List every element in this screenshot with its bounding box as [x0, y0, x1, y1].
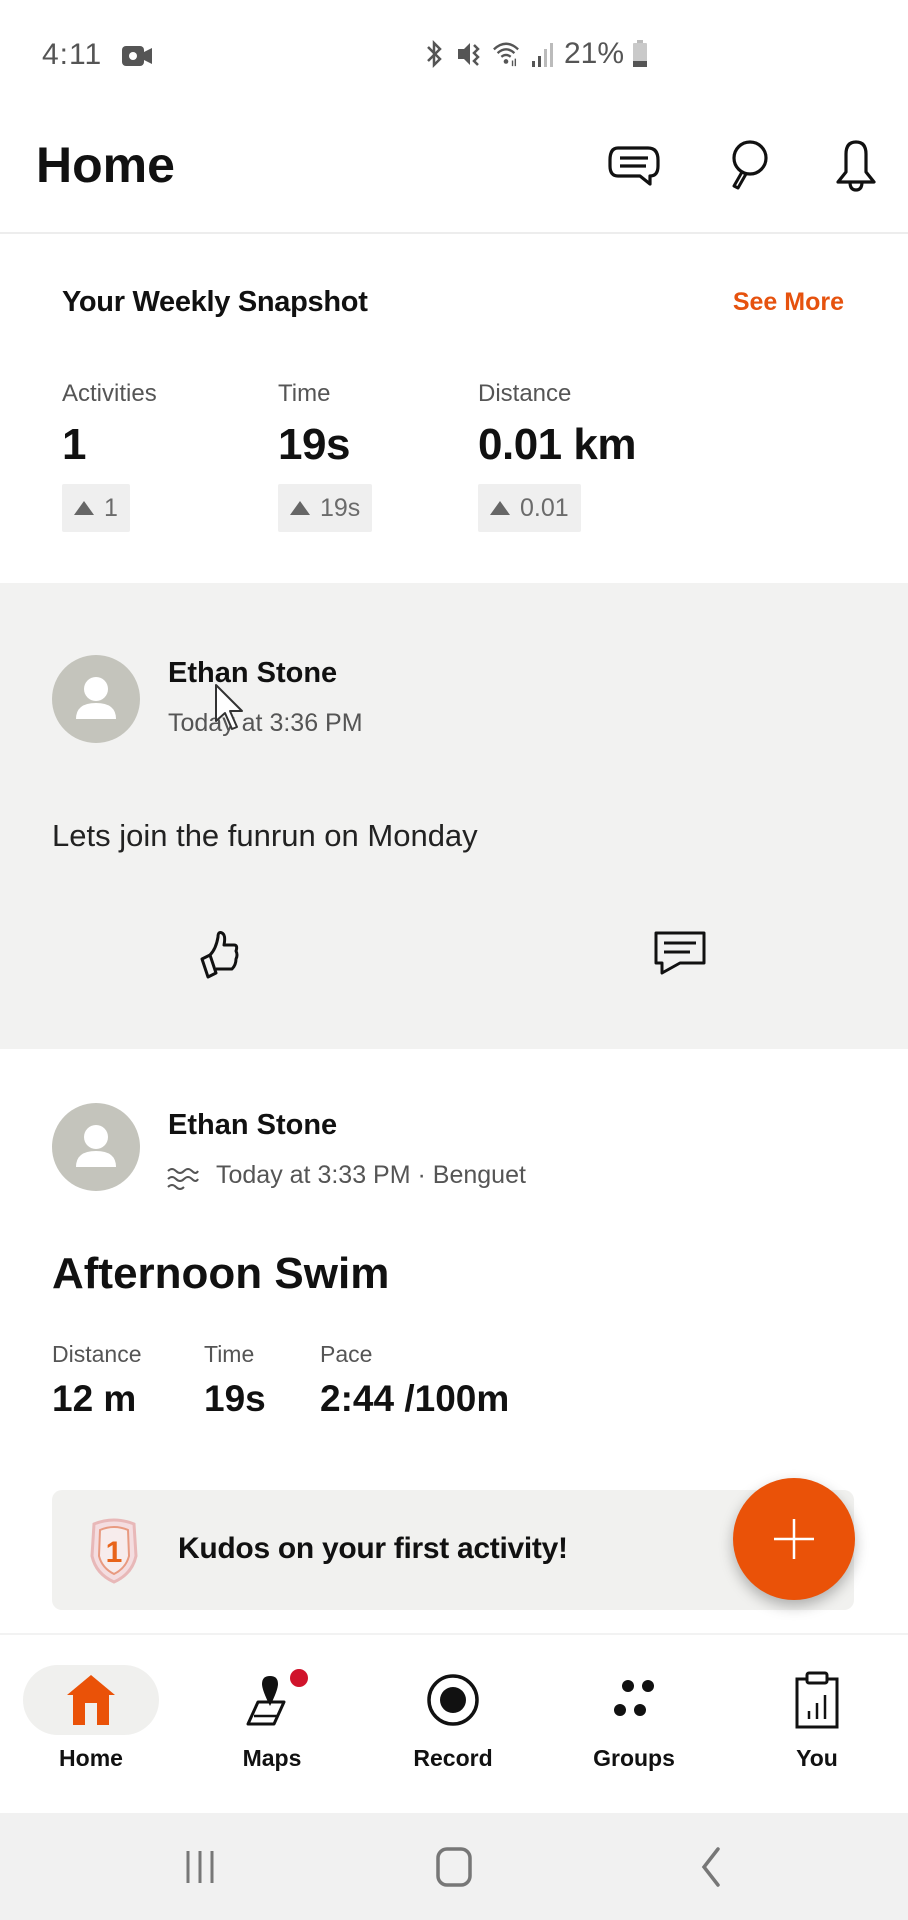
notifications-icon[interactable]	[826, 136, 886, 196]
battery-percent: 21%	[564, 37, 625, 70]
nav-you[interactable]: You	[742, 1665, 892, 1785]
stat-label: Time	[278, 380, 331, 407]
nav-label: Maps	[242, 1745, 302, 1771]
stat-delta-value: 19s	[320, 493, 361, 522]
nav-icon-container	[749, 1665, 885, 1735]
status-icons: 21%	[420, 36, 648, 72]
activity-title[interactable]: Afternoon Swim	[52, 1249, 389, 1299]
stat-delta-value: 1	[104, 493, 118, 522]
like-icon[interactable]	[198, 925, 254, 981]
stat-delta-value: 0.01	[520, 493, 569, 522]
battery-icon	[633, 40, 648, 67]
post-timestamp: Today at 3:36 PM	[168, 709, 363, 737]
increase-arrow-icon	[490, 501, 510, 515]
activity-stat-time: Time 19s	[204, 1341, 266, 1420]
stat-value: 19s	[278, 420, 350, 469]
home-system-icon[interactable]	[424, 1839, 484, 1895]
recent-apps-icon[interactable]	[170, 1839, 230, 1895]
user-placeholder-icon	[76, 1125, 116, 1167]
system-navigation-bar	[0, 1813, 908, 1920]
signal-icon	[532, 43, 553, 67]
page-title: Home	[36, 137, 175, 193]
nav-groups[interactable]: Groups	[559, 1665, 709, 1785]
activity-stat-pace: Pace 2:44 /100m	[320, 1341, 509, 1420]
avatar[interactable]	[52, 655, 140, 743]
bottom-nav: Home Maps Record Groups You	[0, 1633, 908, 1813]
stat-label: Distance	[52, 1341, 142, 1367]
feed-post[interactable]: Ethan Stone Today at 3:36 PM Lets join t…	[0, 583, 908, 1049]
screen-record-icon	[122, 46, 152, 66]
nav-icon-container	[566, 1665, 702, 1735]
stat-value: 1	[62, 420, 86, 469]
stat-value: 2:44 /100m	[320, 1378, 510, 1419]
increase-arrow-icon	[290, 501, 310, 515]
badge-number: 1	[106, 1536, 123, 1569]
stat-label: Pace	[320, 1341, 373, 1367]
plus-icon	[774, 1519, 814, 1559]
you-icon	[795, 1671, 839, 1729]
stat-delta-badge: 0.01	[478, 484, 581, 532]
nav-maps[interactable]: Maps	[197, 1665, 347, 1785]
stat-value: 19s	[204, 1378, 266, 1419]
avatar[interactable]	[52, 1103, 140, 1191]
see-more-link[interactable]: See More	[733, 288, 844, 317]
comment-icon[interactable]	[652, 925, 708, 981]
nav-label: Home	[59, 1745, 123, 1771]
stat-label: Distance	[478, 380, 572, 407]
nav-icon-container	[204, 1665, 340, 1735]
notification-badge	[290, 1669, 308, 1687]
nav-label: You	[796, 1745, 838, 1771]
nav-icon-container	[385, 1665, 521, 1735]
wifi-icon	[493, 42, 519, 67]
post-text: Lets join the funrun on Monday	[52, 818, 478, 853]
post-author-name[interactable]: Ethan Stone	[168, 657, 337, 690]
messages-icon[interactable]	[604, 136, 664, 196]
nav-icon-container	[23, 1665, 159, 1735]
search-icon[interactable]	[718, 136, 778, 196]
app-header: Home	[0, 110, 908, 234]
nav-home[interactable]: Home	[16, 1665, 166, 1785]
home-icon	[67, 1675, 115, 1725]
snapshot-title: Your Weekly Snapshot	[62, 286, 368, 318]
nav-label: Record	[413, 1745, 493, 1771]
back-icon[interactable]	[680, 1839, 740, 1895]
groups-icon	[614, 1680, 654, 1716]
stat-value: 12 m	[52, 1378, 137, 1419]
weekly-snapshot-card: Your Weekly Snapshot See More Activities…	[0, 236, 908, 583]
kudos-text: Kudos on your first activity!	[178, 1532, 568, 1565]
stat-delta-badge: 1	[62, 484, 130, 532]
nav-record[interactable]: Record	[378, 1665, 528, 1785]
snapshot-stat-activities: Activities 1 1	[62, 380, 157, 532]
activity-author-name[interactable]: Ethan Stone	[168, 1109, 337, 1142]
vibrate-mute-icon	[458, 43, 480, 66]
activity-stat-distance: Distance 12 m	[52, 1341, 141, 1420]
increase-arrow-icon	[74, 501, 94, 515]
swim-icon	[167, 1168, 199, 1190]
stat-delta-badge: 19s	[278, 484, 373, 532]
stat-label: Time	[204, 1341, 255, 1367]
activity-meta: Today at 3:33 PM · Benguet	[216, 1161, 526, 1189]
user-placeholder-icon	[76, 677, 116, 719]
snapshot-stat-distance: Distance 0.01 km 0.01	[478, 380, 636, 532]
snapshot-stat-time: Time 19s 19s	[278, 380, 373, 532]
bluetooth-icon	[427, 39, 442, 69]
record-icon	[427, 1674, 479, 1726]
nav-label: Groups	[593, 1745, 675, 1771]
stat-label: Activities	[62, 380, 157, 407]
achievement-badge-icon: 1	[90, 1518, 138, 1584]
status-bar: 4:11 21%	[0, 0, 908, 110]
status-time: 4:11	[42, 38, 103, 71]
stat-value: 0.01 km	[478, 420, 636, 469]
add-button[interactable]	[733, 1478, 855, 1600]
